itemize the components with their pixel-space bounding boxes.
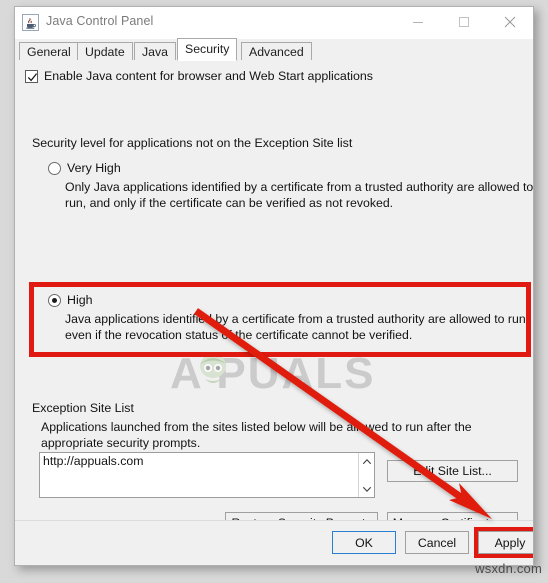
scroll-up-button[interactable] — [359, 453, 375, 470]
enable-java-content-row[interactable]: Enable Java content for browser and Web … — [25, 69, 373, 83]
maximize-icon — [459, 17, 469, 27]
tab-java[interactable]: Java — [134, 42, 176, 61]
security-level-heading: Security level for applications not on t… — [32, 136, 353, 150]
radio-row-high[interactable]: High — [48, 293, 92, 307]
chevron-up-icon — [362, 458, 372, 464]
edit-site-list-button[interactable]: Edit Site List... — [387, 460, 518, 482]
exception-site-list-title: Exception Site List — [32, 401, 134, 415]
description-high: Java applications identified by a certif… — [65, 312, 530, 342]
radio-label-high: High — [67, 293, 93, 307]
close-icon — [504, 16, 516, 28]
enable-java-content-checkbox[interactable] — [25, 69, 38, 83]
radio-high[interactable] — [48, 293, 61, 307]
radio-very-high[interactable] — [48, 161, 61, 175]
minimize-icon — [413, 22, 423, 23]
scroll-down-button[interactable] — [359, 480, 375, 497]
maximize-button[interactable] — [441, 7, 487, 37]
tab-security[interactable]: Security — [177, 38, 238, 61]
exception-site-list-box[interactable]: http://appuals.com — [39, 452, 375, 498]
appuals-watermark: A PUALS — [170, 348, 410, 405]
close-button[interactable] — [487, 7, 533, 37]
cancel-button[interactable]: Cancel — [405, 531, 469, 554]
exception-site-list-description: Applications launched from the sites lis… — [41, 420, 472, 450]
window-title: Java Control Panel — [46, 14, 154, 28]
description-very-high: Only Java applications identified by a c… — [65, 180, 534, 210]
radio-label-very-high: Very High — [67, 161, 121, 175]
ok-button[interactable]: OK — [332, 531, 396, 554]
chevron-down-icon — [362, 486, 372, 492]
checkmark-icon — [27, 72, 38, 81]
tab-update[interactable]: Update — [77, 42, 133, 61]
tab-general[interactable]: General — [19, 42, 79, 61]
minimize-button[interactable] — [395, 7, 441, 37]
security-panel: Enable Java content for browser and Web … — [15, 60, 533, 565]
radio-row-very-high[interactable]: Very High — [48, 161, 121, 175]
svg-text:A PUALS: A PUALS — [170, 349, 376, 398]
java-coffee-cup-icon — [22, 14, 39, 31]
apply-button[interactable]: Apply — [478, 531, 533, 554]
tab-strip: General Update Java Security Advanced — [15, 38, 533, 62]
enable-java-content-label: Enable Java content for browser and Web … — [44, 69, 373, 83]
tab-advanced[interactable]: Advanced — [241, 42, 312, 61]
dialog-button-bar: OK Cancel Apply — [15, 520, 533, 565]
site-list-scrollbar[interactable] — [358, 453, 374, 497]
list-item[interactable]: http://appuals.com — [40, 453, 374, 468]
java-control-panel-window: Java Control Panel General Update Java S… — [14, 6, 534, 566]
title-bar: Java Control Panel — [15, 7, 533, 39]
